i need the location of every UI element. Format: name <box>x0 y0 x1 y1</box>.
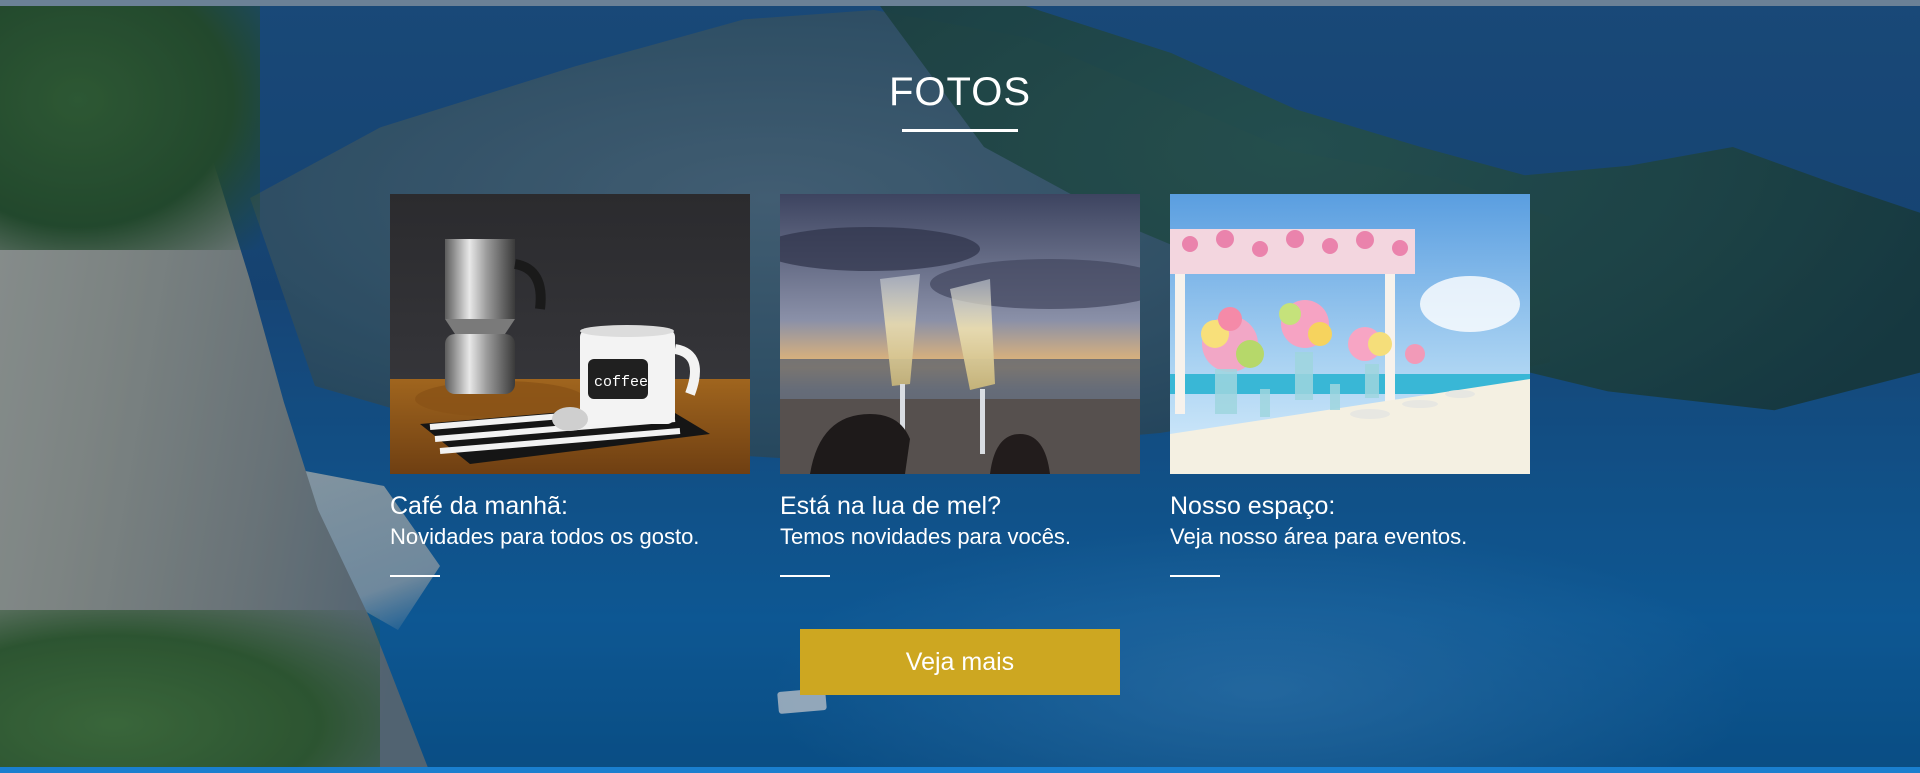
photo-card-honeymoon[interactable]: Está na lua de mel? Temos novidades para… <box>780 194 1140 577</box>
photo-card-breakfast[interactable]: coffee Café da manhã: Novidades para tod… <box>390 194 750 577</box>
event-space-photo[interactable] <box>1170 194 1530 474</box>
section-title: FOTOS <box>888 70 1032 114</box>
card-divider <box>1170 575 1220 577</box>
card-subtitle: Temos novidades para vocês. <box>780 524 1072 549</box>
breakfast-photo[interactable]: coffee <box>390 194 750 474</box>
title-underline <box>902 129 1018 132</box>
coffee-mug-label: coffee <box>594 374 648 391</box>
photo-card-event-space[interactable]: Nosso espaço: Veja nosso área para event… <box>1170 194 1530 577</box>
card-subtitle: Novidades para todos os gosto. <box>390 524 700 549</box>
card-heading: Está na lua de mel? <box>780 492 1001 520</box>
card-heading: Nosso espaço: <box>1170 492 1336 520</box>
card-divider <box>780 575 830 577</box>
wedding-table-image <box>1170 194 1530 474</box>
see-more-button[interactable]: Veja mais <box>800 629 1120 695</box>
card-heading: Café da manhã: <box>390 492 568 520</box>
champagne-toast-image <box>780 194 1140 474</box>
card-subtitle: Veja nosso área para eventos. <box>1170 524 1468 549</box>
coffee-photo-image: coffee <box>390 194 750 474</box>
card-divider <box>390 575 440 577</box>
photos-section: FOTOS coffee Café da manhã: Novidades pa… <box>0 0 1920 773</box>
honeymoon-photo[interactable] <box>780 194 1140 474</box>
